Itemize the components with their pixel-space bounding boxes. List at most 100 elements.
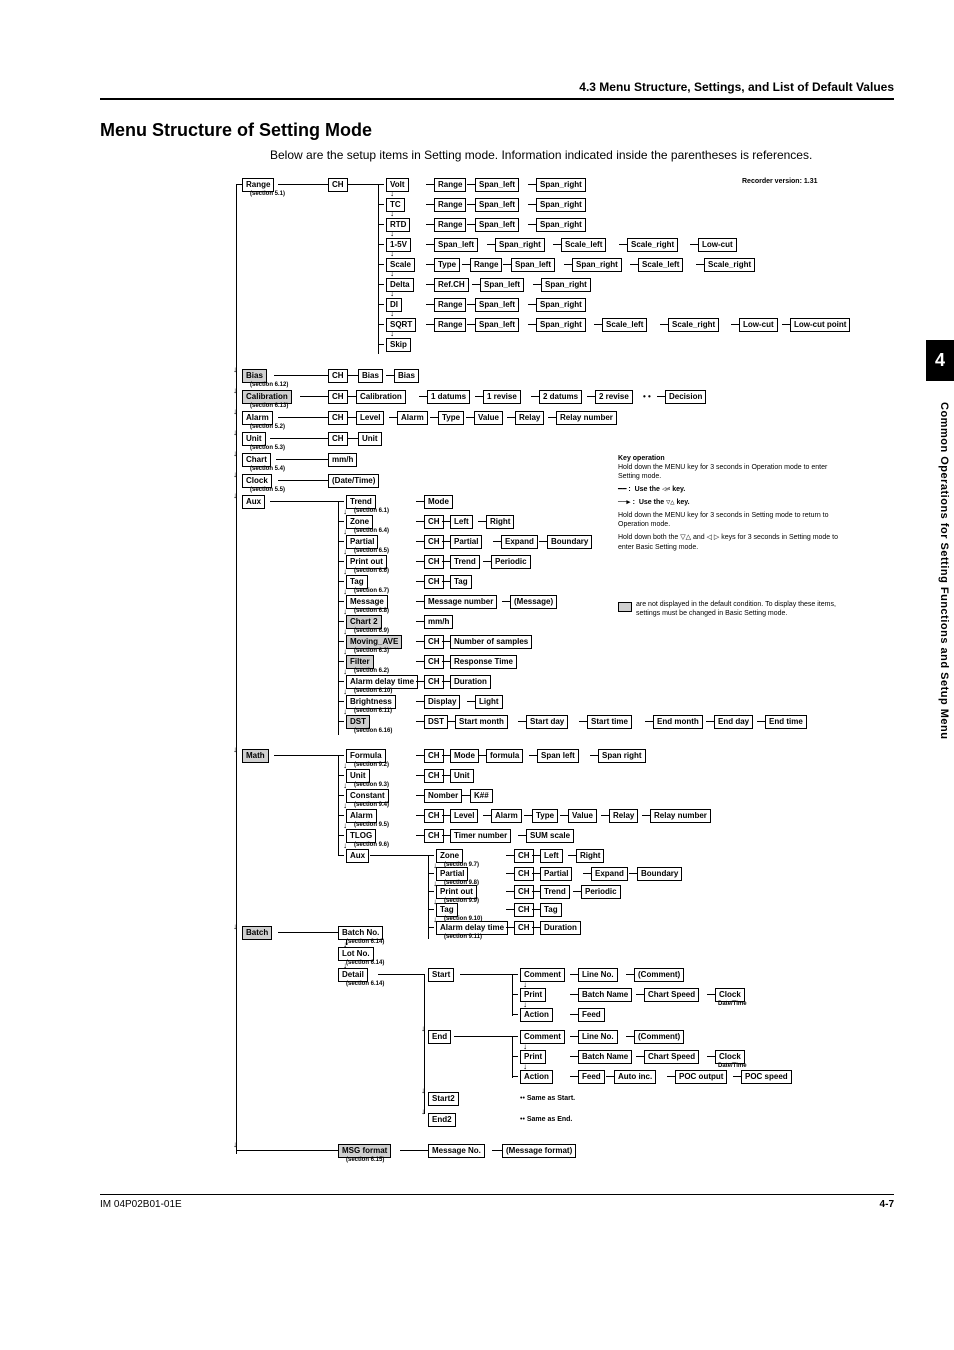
chain-item: Tag: [540, 903, 562, 917]
chain-item: Level: [450, 809, 478, 823]
math-aux-item: Zone: [436, 849, 463, 863]
batch-start2: Start2: [428, 1092, 459, 1106]
msg-format: MSG format: [338, 1144, 391, 1158]
range-child: DI: [386, 298, 402, 312]
aux-item: Partial: [346, 535, 378, 549]
batch-lot: Lot No.: [338, 947, 374, 961]
math-item: Alarm: [346, 809, 377, 823]
chain-item: Relay: [515, 411, 544, 425]
chain-item: Span_left: [511, 258, 555, 272]
math-aux-item: Alarm delay time: [436, 921, 508, 935]
aux-item: DST: [346, 715, 370, 729]
chain-item: End month: [653, 715, 703, 729]
chain-item: Span_left: [475, 298, 519, 312]
chain-item: 1 datums: [427, 390, 470, 404]
chain-item: Span_left: [475, 318, 519, 332]
chain-item: POC output: [675, 1070, 727, 1084]
menu-alarm: Alarm: [242, 411, 273, 425]
menu-batch: Batch: [242, 926, 272, 940]
chain-item: Span_left: [475, 218, 519, 232]
sec-6-14b: (section 6.14): [346, 960, 384, 966]
math-item: Aux: [346, 849, 369, 863]
chain-item: Low-cut point: [790, 318, 850, 332]
chain-item: Trend: [450, 555, 480, 569]
chain-item: CH: [424, 535, 444, 549]
chain-item: Auto inc.: [614, 1070, 656, 1084]
chart-mmh: mm/h: [328, 453, 357, 467]
aux-item: Message: [346, 595, 388, 609]
chain-item: CH: [514, 885, 534, 899]
chain-item: Type: [434, 258, 460, 272]
chain-item: Span_right: [536, 318, 586, 332]
batch-end: End: [428, 1030, 451, 1044]
intro-text: Below are the setup items in Setting mod…: [270, 147, 894, 164]
chain-item: Chart Speed: [644, 1050, 699, 1064]
chain-item: End time: [765, 715, 807, 729]
chain-item: Scale_right: [627, 238, 678, 252]
chain-item: CH: [514, 849, 534, 863]
chain-item: Alarm: [397, 411, 428, 425]
chain-item: CH: [514, 867, 534, 881]
legend-text: are not displayed in the default conditi…: [636, 600, 852, 618]
chain-item: CH: [424, 575, 444, 589]
recorder-version: Recorder version: 1.31: [742, 177, 817, 186]
msg-no: Message No.: [428, 1144, 485, 1158]
chain-item: Message number: [424, 595, 497, 609]
chain-item: Span left: [537, 749, 579, 763]
chain-item: Periodic: [581, 885, 621, 899]
chain-item: Low-cut: [739, 318, 778, 332]
chain-item: Range: [434, 318, 466, 332]
start2-note: •• Same as Start.: [520, 1094, 575, 1103]
chain-item: 2 datums: [539, 390, 582, 404]
aux-item: Filter: [346, 655, 374, 669]
menu-unit: Unit: [242, 432, 266, 446]
chain-item: Partial: [450, 535, 482, 549]
chain-item: CH: [424, 655, 444, 669]
batch-end2: End2: [428, 1113, 456, 1127]
batch-no: Batch No.: [338, 926, 383, 940]
chain-item: DST: [424, 715, 448, 729]
chain-item: (Comment): [634, 1030, 684, 1044]
end2-note: •• Same as End.: [520, 1115, 572, 1124]
chain-item: Duration: [450, 675, 491, 689]
chain-item: Value: [568, 809, 597, 823]
chain-item: CH: [424, 809, 444, 823]
chain-item: Calibration: [356, 390, 406, 404]
chain-item: Relay number: [650, 809, 711, 823]
chain-item: 2 revise: [595, 390, 633, 404]
chain-item: Clock: [715, 1050, 745, 1064]
chain-item: Left: [450, 515, 473, 529]
chain-item: Alarm: [491, 809, 522, 823]
sec-5-2: (section 5.2): [250, 424, 285, 430]
chain-item: Periodic: [491, 555, 531, 569]
chain-item: Scale_right: [668, 318, 719, 332]
chain-item: Decision: [665, 390, 706, 404]
chain-item: CH: [514, 921, 534, 935]
bias-bias1: Bias: [358, 369, 383, 383]
chain-item: Scale_left: [561, 238, 606, 252]
chain-item: Scale_left: [638, 258, 683, 272]
chain-item: Range: [434, 218, 466, 232]
chain-item: Boundary: [547, 535, 592, 549]
chain-item: Span_left: [475, 178, 519, 192]
chain-item: Mode: [424, 495, 453, 509]
chain-item: Tag: [450, 575, 472, 589]
chain-item: POC speed: [741, 1070, 792, 1084]
footer-left: IM 04P02B01-01E: [100, 1199, 182, 1210]
chain-item: Range: [470, 258, 502, 272]
sec-5-4: (section 5.4): [250, 466, 285, 472]
chain-item: Value: [474, 411, 503, 425]
chain-item: Duration: [540, 921, 581, 935]
chain-item: K##: [470, 789, 493, 803]
chain-item: Span_right: [536, 178, 586, 192]
chain-item: Response Time: [450, 655, 517, 669]
range-child: Skip: [386, 338, 411, 352]
menu-calibration: Calibration: [242, 390, 292, 404]
range-child: TC: [386, 198, 405, 212]
chain-item: Span_right: [536, 198, 586, 212]
batch-detail: Detail: [338, 968, 368, 982]
aux-item: Tag: [346, 575, 368, 589]
chain-item: Expand: [591, 867, 628, 881]
math-aux-item: Print out: [436, 885, 477, 899]
aux-item: Brightness: [346, 695, 396, 709]
